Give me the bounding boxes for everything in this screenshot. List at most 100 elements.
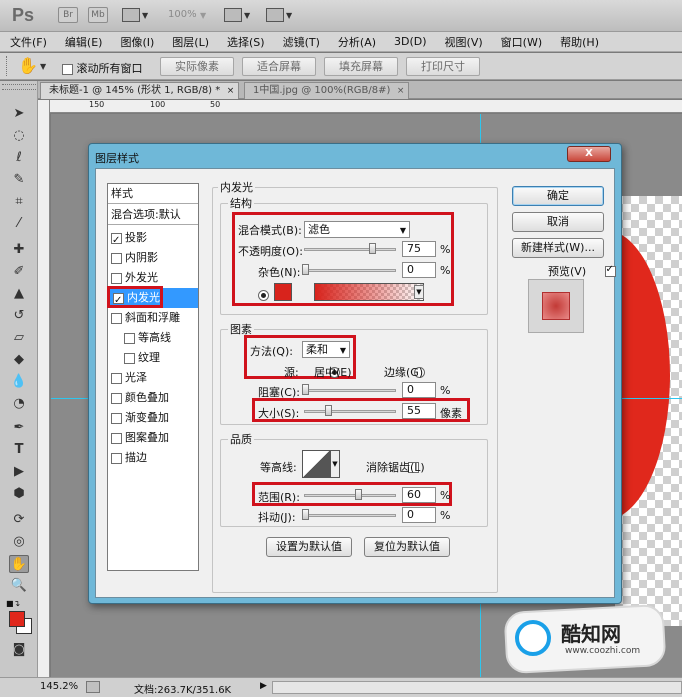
eyedropper-icon[interactable]: ⁄ [9, 215, 29, 233]
checkbox-icon[interactable] [124, 352, 135, 364]
size-slider[interactable] [304, 410, 396, 413]
glow-color-swatch[interactable] [274, 283, 292, 301]
chevron-down-icon[interactable]: ▼ [200, 11, 206, 20]
style-item[interactable]: 内阴影 [111, 248, 197, 268]
menu-view[interactable]: 视图(V) [435, 34, 491, 50]
reset-default-button[interactable]: 复位为默认值 [364, 537, 450, 557]
menu-window[interactable]: 窗口(W) [491, 34, 550, 50]
size-slider-thumb[interactable] [325, 405, 332, 416]
checkbox-icon[interactable] [111, 392, 122, 404]
checkbox-icon[interactable] [111, 231, 122, 251]
marquee-tool-icon[interactable]: ◌ [9, 127, 29, 145]
noise-slider[interactable] [304, 269, 396, 272]
paint-bucket-icon[interactable]: ◆ [9, 351, 29, 369]
chevron-down-icon[interactable]: ▼ [244, 11, 250, 20]
foreground-color-swatch[interactable] [9, 611, 25, 627]
guide-line[interactable] [480, 604, 481, 677]
opacity-slider[interactable] [304, 248, 396, 251]
clone-stamp-icon[interactable]: ▲ [9, 285, 29, 303]
source-center-label[interactable]: 居中(E) [314, 364, 352, 380]
vertical-ruler[interactable] [38, 100, 50, 677]
blend-mode-dropdown[interactable]: 滤色 ▼ [304, 221, 410, 238]
arrange-documents-icon[interactable] [224, 8, 242, 22]
new-style-button[interactable]: 新建样式(W)... [512, 238, 604, 258]
view-extras-icon[interactable] [122, 8, 140, 22]
chevron-down-icon[interactable]: ▼ [40, 62, 46, 71]
menu-help[interactable]: 帮助(H) [550, 34, 607, 50]
default-colors-icon[interactable]: ■↴ [6, 599, 20, 608]
style-item[interactable]: 描边 [111, 448, 197, 468]
jitter-input[interactable]: 0 [402, 507, 436, 523]
quick-selection-icon[interactable]: ✎ [9, 171, 29, 189]
color-radio[interactable] [258, 289, 269, 301]
checkbox-icon[interactable] [124, 332, 135, 344]
blur-tool-icon[interactable]: 💧 [9, 373, 29, 391]
dodge-tool-icon[interactable]: ◔ [9, 395, 29, 413]
choke-slider-thumb[interactable] [302, 384, 309, 395]
3d-rotate-icon[interactable]: ⟳ [9, 511, 29, 529]
tab-china-jpg[interactable]: 1中国.jpg @ 100%(RGB/8#) × [244, 82, 410, 99]
opacity-slider-thumb[interactable] [369, 243, 376, 254]
style-item[interactable]: 投影 [111, 228, 197, 251]
checkbox-icon[interactable] [111, 432, 122, 444]
cancel-button[interactable]: 取消 [512, 212, 604, 232]
choke-slider[interactable] [304, 389, 396, 392]
make-default-button[interactable]: 设置为默认值 [266, 537, 352, 557]
toolbox-grip[interactable] [2, 84, 36, 90]
type-tool-icon[interactable]: T [9, 441, 29, 459]
zoom-readout[interactable]: 145.2% [40, 681, 78, 692]
menu-filter[interactable]: 滤镜(T) [273, 34, 328, 50]
ok-button[interactable]: 确定 [512, 186, 604, 206]
jitter-slider[interactable] [304, 514, 396, 517]
eraser-icon[interactable]: ▱ [9, 329, 29, 347]
move-tool-icon[interactable]: ➤ [9, 105, 29, 123]
zoom-tool-icon[interactable]: 🔍 [9, 577, 29, 595]
size-input[interactable]: 55 [402, 403, 436, 419]
close-icon[interactable]: × [227, 83, 235, 99]
quick-mask-icon[interactable]: ◙ [9, 641, 29, 659]
style-item[interactable]: 斜面和浮雕 [111, 308, 197, 328]
noise-slider-thumb[interactable] [302, 264, 309, 275]
path-selection-icon[interactable]: ▶ [9, 463, 29, 481]
style-item[interactable]: 图案叠加 [111, 428, 197, 448]
close-icon[interactable]: × [397, 83, 405, 99]
3d-orbit-icon[interactable]: ◎ [9, 533, 29, 551]
styles-header[interactable]: 样式 [108, 184, 198, 204]
style-item[interactable]: 等高线 [124, 328, 210, 348]
horizontal-ruler[interactable]: 150 100 50 [50, 100, 682, 113]
history-brush-icon[interactable]: ↺ [9, 307, 29, 325]
menu-file[interactable]: 文件(F) [0, 34, 55, 50]
opacity-input[interactable]: 75 [402, 241, 436, 257]
checkbox-icon[interactable] [111, 312, 122, 324]
chevron-down-icon[interactable]: ▼ [330, 450, 340, 478]
checkbox-icon[interactable] [111, 372, 122, 384]
style-item[interactable]: 渐变叠加 [111, 408, 197, 428]
preview-checkbox[interactable] [604, 264, 616, 277]
chevron-down-icon[interactable]: ▼ [286, 11, 292, 20]
chevron-down-icon[interactable]: ▼ [142, 11, 148, 20]
tab-untitled-1[interactable]: 未标题-1 @ 145% (形状 1, RGB/8) * × [40, 82, 240, 99]
lasso-tool-icon[interactable]: ℓ [9, 149, 29, 167]
range-input[interactable]: 60 [402, 487, 436, 503]
menu-image[interactable]: 图像(I) [110, 34, 162, 50]
checkbox-icon[interactable] [62, 63, 73, 75]
source-edge-label[interactable]: 边缘(G) [384, 364, 423, 380]
checkbox-icon[interactable] [111, 412, 122, 424]
crop-tool-icon[interactable]: ⌗ [9, 193, 29, 211]
style-item[interactable]: 光泽 [111, 368, 197, 388]
actual-pixels-button[interactable]: 实际像素 [160, 57, 234, 76]
brush-tool-icon[interactable]: ✐ [9, 263, 29, 281]
menu-select[interactable]: 选择(S) [217, 34, 273, 50]
print-size-button[interactable]: 打印尺寸 [406, 57, 480, 76]
fill-screen-button[interactable]: 填充屏幕 [324, 57, 398, 76]
menu-edit[interactable]: 编辑(E) [55, 34, 111, 50]
chevron-right-icon[interactable]: ▶ [260, 681, 267, 691]
range-slider[interactable] [304, 494, 396, 497]
choke-input[interactable]: 0 [402, 382, 436, 398]
blending-options-default[interactable]: 混合选项:默认 [108, 205, 198, 225]
preview-label[interactable]: 预览(V) [548, 263, 586, 279]
anti-alias-label[interactable]: 消除锯齿(L) [366, 459, 425, 475]
menu-3d[interactable]: 3D(D) [384, 35, 435, 48]
zoom-level[interactable]: 100% [168, 9, 197, 20]
style-item[interactable]: 内发光 [107, 286, 198, 311]
